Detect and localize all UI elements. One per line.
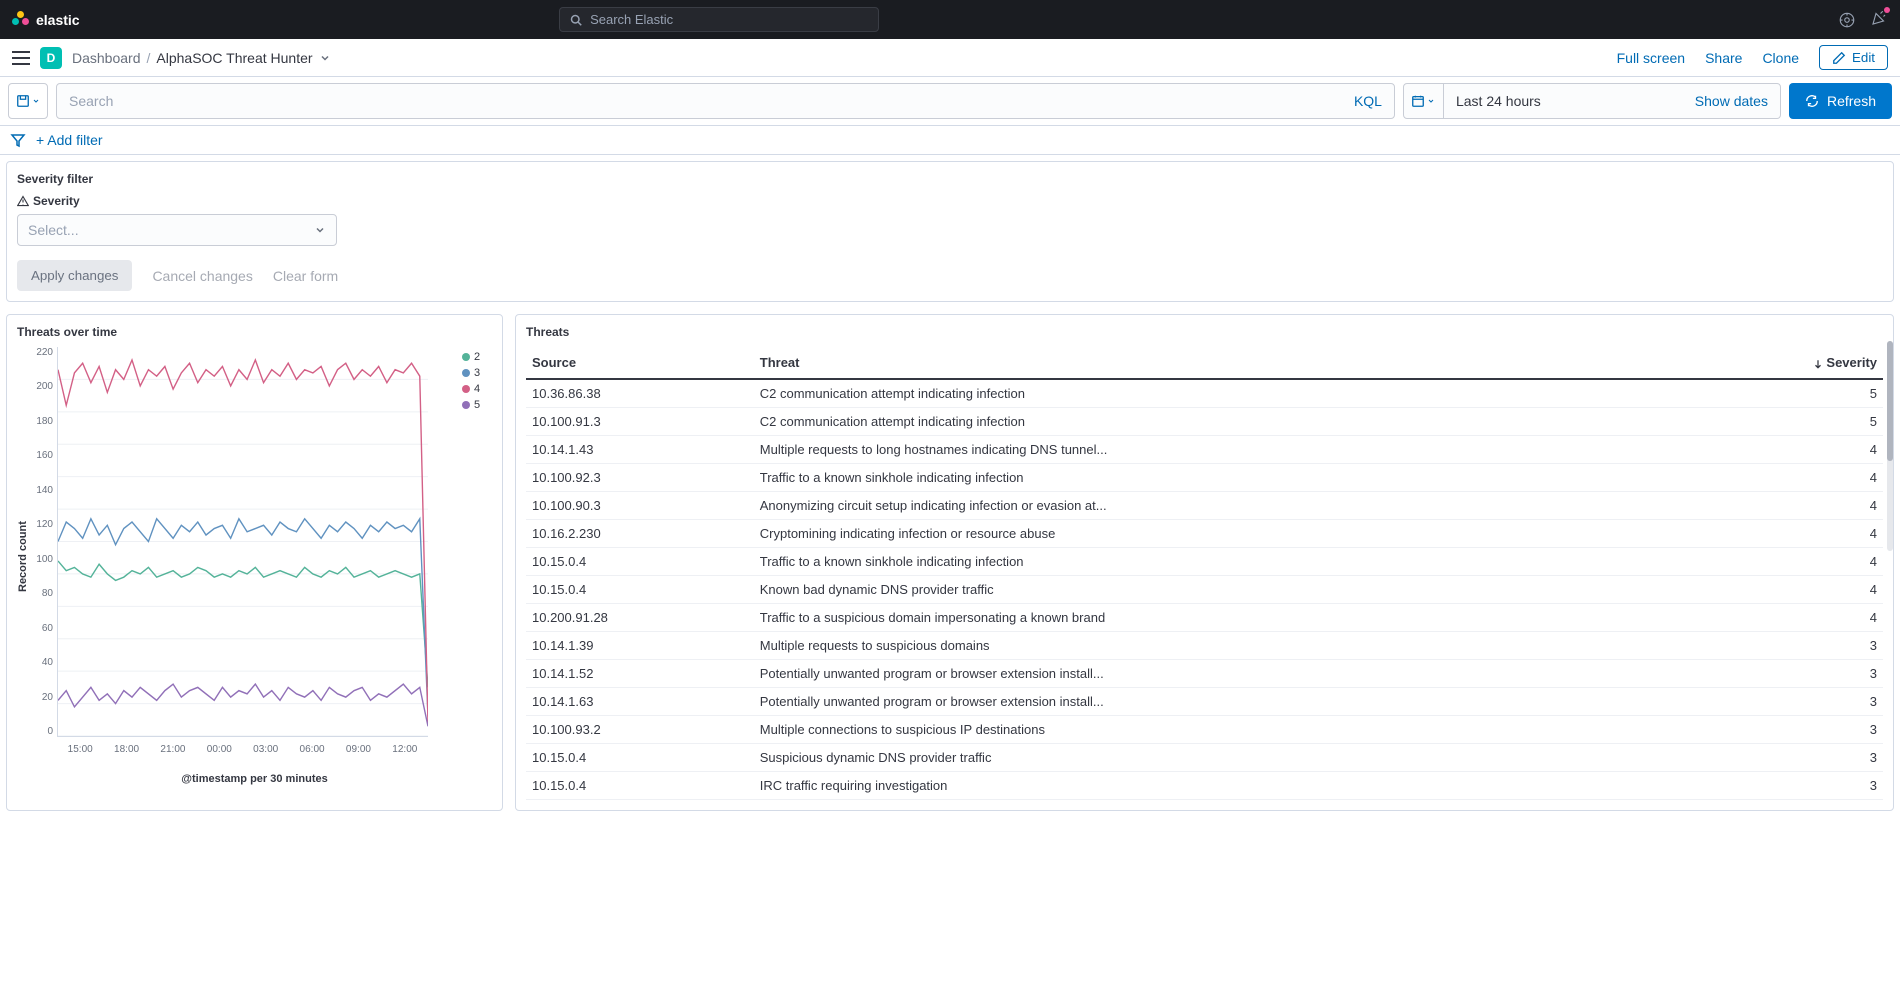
app-header: D Dashboard / AlphaSOC Threat Hunter Ful… <box>0 39 1900 77</box>
clear-form-button[interactable]: Clear form <box>273 268 338 284</box>
filter-bar: + Add filter <box>0 126 1900 155</box>
sort-down-icon <box>1813 359 1823 369</box>
severity-select[interactable]: Select... <box>17 214 337 246</box>
global-search-placeholder: Search Elastic <box>590 12 673 27</box>
severity-label: Severity <box>17 194 1883 208</box>
threats-table: Source Threat Severity 10.36.86.38C2 com… <box>526 347 1883 800</box>
legend-item[interactable]: 4 <box>462 383 492 395</box>
table-row[interactable]: 10.14.1.63Potentially unwanted program o… <box>526 688 1883 716</box>
chevron-down-icon[interactable] <box>319 52 331 64</box>
share-link[interactable]: Share <box>1705 50 1742 66</box>
legend-item[interactable]: 2 <box>462 351 492 363</box>
table-row[interactable]: 10.14.1.52Potentially unwanted program o… <box>526 660 1883 688</box>
table-row[interactable]: 10.100.93.2Multiple connections to suspi… <box>526 716 1883 744</box>
table-row[interactable]: 10.200.91.28Traffic to a suspicious doma… <box>526 604 1883 632</box>
threats-title: Threats <box>526 325 1883 339</box>
x-axis-label: @timestamp per 30 minutes <box>17 773 492 785</box>
breadcrumb-dashboard[interactable]: Dashboard <box>72 50 141 66</box>
nav-toggle-button[interactable] <box>12 51 30 65</box>
refresh-icon <box>1805 94 1819 108</box>
table-row[interactable]: 10.15.0.4Suspicious dynamic DNS provider… <box>526 744 1883 772</box>
refresh-button[interactable]: Refresh <box>1789 83 1892 119</box>
pencil-icon <box>1832 51 1846 65</box>
cancel-changes-button[interactable]: Cancel changes <box>152 268 252 284</box>
table-row[interactable]: 10.100.91.3C2 communication attempt indi… <box>526 408 1883 436</box>
y-ticks: 020406080100120140160180200220 <box>29 347 53 737</box>
query-language-toggle[interactable]: KQL <box>1354 93 1382 109</box>
table-row[interactable]: 10.100.90.3Anonymizing circuit setup ind… <box>526 492 1883 520</box>
severity-filter-panel: Severity filter Severity Select... Apply… <box>6 161 1894 302</box>
breadcrumb-title: AlphaSOC Threat Hunter <box>156 50 312 66</box>
legend-item[interactable]: 5 <box>462 399 492 411</box>
chart-plot[interactable] <box>57 347 428 737</box>
elastic-logo[interactable]: elastic <box>12 11 80 29</box>
global-header: elastic Search Elastic <box>0 0 1900 39</box>
saved-query-button[interactable] <box>8 83 48 119</box>
chart-title: Threats over time <box>17 325 492 339</box>
legend-item[interactable]: 3 <box>462 367 492 379</box>
y-axis-label: Record count <box>17 347 29 767</box>
table-scrollbar[interactable] <box>1887 341 1893 551</box>
breadcrumb-separator: / <box>147 50 151 66</box>
table-row[interactable]: 10.15.0.4Traffic to a known sinkhole ind… <box>526 548 1883 576</box>
col-severity[interactable]: Severity <box>1686 347 1884 379</box>
save-icon <box>16 94 30 108</box>
search-icon <box>570 14 582 26</box>
calendar-icon <box>1411 94 1425 108</box>
apply-changes-button[interactable]: Apply changes <box>17 260 132 291</box>
brand-text: elastic <box>36 12 80 28</box>
table-row[interactable]: 10.14.1.43Multiple requests to long host… <box>526 436 1883 464</box>
chevron-down-icon <box>314 224 326 236</box>
severity-select-placeholder: Select... <box>28 222 79 238</box>
table-row[interactable]: 10.36.86.38C2 communication attempt indi… <box>526 379 1883 408</box>
fullscreen-link[interactable]: Full screen <box>1617 50 1685 66</box>
threats-over-time-panel: Threats over time Record count 020406080… <box>6 314 503 811</box>
chart-legend: 2 3 4 5 <box>462 347 492 767</box>
table-row[interactable]: 10.14.1.39Multiple requests to suspiciou… <box>526 632 1883 660</box>
breadcrumb: Dashboard / AlphaSOC Threat Hunter <box>72 50 331 66</box>
notification-dot <box>1884 7 1890 13</box>
table-row[interactable]: 10.15.0.4Known bad dynamic DNS provider … <box>526 576 1883 604</box>
clone-link[interactable]: Clone <box>1762 50 1799 66</box>
x-ticks: 15:0018:0021:0000:0003:0006:0009:0012:00 <box>57 744 428 755</box>
newsfeed-button[interactable] <box>1870 9 1888 30</box>
edit-button[interactable]: Edit <box>1819 45 1888 70</box>
global-search-input[interactable]: Search Elastic <box>559 7 879 32</box>
query-input[interactable]: Search KQL <box>56 83 1395 119</box>
query-bar: Search KQL Last 24 hours Show dates Refr… <box>0 77 1900 126</box>
show-dates-link[interactable]: Show dates <box>1683 93 1780 109</box>
space-selector[interactable]: D <box>40 47 62 69</box>
date-range-label[interactable]: Last 24 hours <box>1444 93 1683 109</box>
date-quick-select[interactable] <box>1404 84 1444 118</box>
chevron-down-icon <box>1427 97 1435 105</box>
warning-icon <box>17 195 29 207</box>
chevron-down-icon <box>32 97 40 105</box>
query-placeholder: Search <box>69 93 113 109</box>
elastic-logo-icon <box>12 11 30 29</box>
filter-icon[interactable] <box>10 132 26 148</box>
table-row[interactable]: 10.16.2.230Cryptomining indicating infec… <box>526 520 1883 548</box>
col-threat[interactable]: Threat <box>754 347 1686 379</box>
threats-panel: Threats Source Threat Severity 10.36.86.… <box>515 314 1894 811</box>
add-filter-link[interactable]: + Add filter <box>36 132 103 148</box>
table-row[interactable]: 10.15.0.4IRC traffic requiring investiga… <box>526 772 1883 800</box>
date-picker[interactable]: Last 24 hours Show dates <box>1403 83 1781 119</box>
severity-panel-title: Severity filter <box>17 172 1883 186</box>
col-source[interactable]: Source <box>526 347 754 379</box>
help-icon[interactable] <box>1838 11 1856 29</box>
table-row[interactable]: 10.100.92.3Traffic to a known sinkhole i… <box>526 464 1883 492</box>
